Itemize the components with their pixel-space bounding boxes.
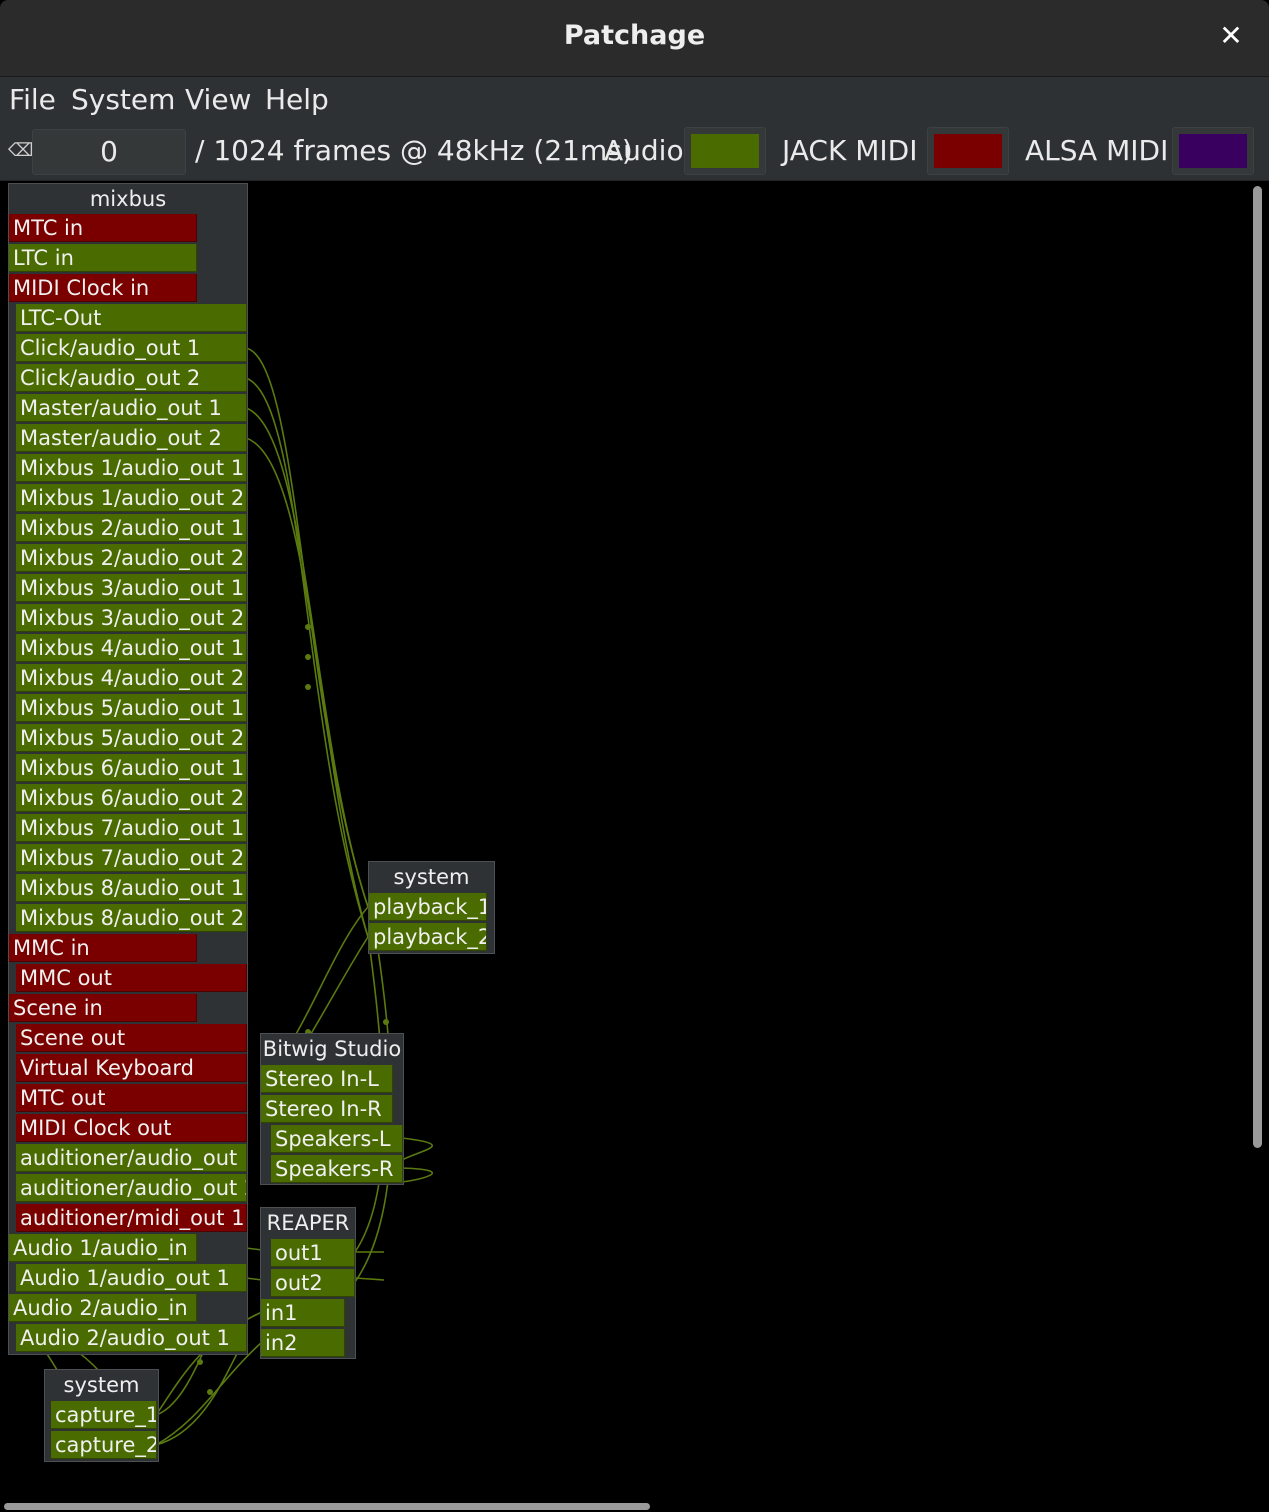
input-port-stereo-in-r[interactable]: Stereo In-R — [261, 1095, 393, 1123]
output-port-mixbus-7-audio-out-1[interactable]: Mixbus 7/audio_out 1 — [16, 814, 247, 842]
client-title: system — [393, 865, 470, 889]
output-port-scene-out[interactable]: Scene out — [16, 1024, 247, 1052]
input-port-scene-in[interactable]: Scene in — [9, 994, 197, 1022]
audio-label: Audio — [604, 134, 684, 167]
output-port-mixbus-5-audio-out-2[interactable]: Mixbus 5/audio_out 2 — [16, 724, 247, 752]
input-port-midi-clock-in[interactable]: MIDI Clock in — [9, 274, 197, 302]
client-system-capture[interactable]: system capture_1 capture_2 — [44, 1369, 159, 1462]
vertical-scrollbar[interactable] — [1253, 186, 1262, 1148]
input-port-playback-1[interactable]: playback_1 — [369, 893, 487, 921]
output-port-virtual-keyboard[interactable]: Virtual Keyboard — [16, 1054, 247, 1082]
output-port-capture-2[interactable]: capture_2 — [51, 1431, 157, 1459]
menu-file[interactable]: File — [9, 83, 56, 116]
output-port-capture-1[interactable]: capture_1 — [51, 1401, 157, 1429]
input-port-audio-1-audio-in-1[interactable]: Audio 1/audio_in 1 — [9, 1234, 197, 1262]
client-title: Bitwig Studio — [262, 1037, 402, 1061]
output-port-master-audio-out-1[interactable]: Master/audio_out 1 — [16, 394, 247, 422]
jack-midi-color-swatch — [934, 134, 1002, 168]
jack-midi-label: JACK MIDI — [782, 134, 918, 167]
output-port-auditioner-audio-out-1[interactable]: auditioner/audio_out 1 — [16, 1144, 247, 1172]
window-title: Patchage — [563, 20, 706, 51]
input-port-ltc-in[interactable]: LTC in — [9, 244, 197, 272]
menu-view[interactable]: View — [185, 83, 251, 116]
output-port-master-audio-out-2[interactable]: Master/audio_out 2 — [16, 424, 247, 452]
input-port-audio-2-audio-in-1[interactable]: Audio 2/audio_in 1 — [9, 1294, 197, 1322]
alsa-midi-label: ALSA MIDI — [1025, 134, 1169, 167]
close-icon[interactable]: ✕ — [1215, 18, 1247, 54]
input-port-playback-2[interactable]: playback_2 — [369, 923, 487, 951]
output-port-audio-2-audio-out-1[interactable]: Audio 2/audio_out 1 — [16, 1324, 247, 1352]
buffer-info: / 1024 frames @ 48kHz (21ms) — [195, 134, 633, 167]
output-port-mixbus-7-audio-out-2[interactable]: Mixbus 7/audio_out 2 — [16, 844, 247, 872]
output-port-mixbus-8-audio-out-1[interactable]: Mixbus 8/audio_out 1 — [16, 874, 247, 902]
client-reaper[interactable]: REAPER out1 out2 in1 in2 — [260, 1207, 356, 1359]
input-port-mmc-in[interactable]: MMC in — [9, 934, 197, 962]
output-port-auditioner-audio-out-2[interactable]: auditioner/audio_out 2 — [16, 1174, 247, 1202]
output-port-mixbus-1-audio-out-2[interactable]: Mixbus 1/audio_out 2 — [16, 484, 247, 512]
output-port-audio-1-audio-out-1[interactable]: Audio 1/audio_out 1 — [16, 1264, 247, 1292]
audio-color-swatch — [691, 134, 759, 168]
output-port-mixbus-3-audio-out-1[interactable]: Mixbus 3/audio_out 1 — [16, 574, 247, 602]
output-port-mixbus-6-audio-out-2[interactable]: Mixbus 6/audio_out 2 — [16, 784, 247, 812]
client-title: REAPER — [266, 1211, 350, 1235]
client-bitwig-studio[interactable]: Bitwig Studio Stereo In-L Stereo In-R Spea… — [260, 1033, 404, 1185]
output-port-mixbus-2-audio-out-1[interactable]: Mixbus 2/audio_out 1 — [16, 514, 247, 542]
menu-system[interactable]: System — [71, 83, 175, 116]
horizontal-scrollbar[interactable] — [4, 1503, 650, 1510]
output-port-mixbus-4-audio-out-2[interactable]: Mixbus 4/audio_out 2 — [16, 664, 247, 692]
output-port-click-audio-out-2[interactable]: Click/audio_out 2 — [16, 364, 247, 392]
client-title: system — [63, 1373, 140, 1397]
output-port-midi-clock-out[interactable]: MIDI Clock out — [16, 1114, 247, 1142]
input-port-in2[interactable]: in2 — [261, 1329, 345, 1357]
menu-help[interactable]: Help — [265, 83, 329, 116]
output-port-mixbus-5-audio-out-1[interactable]: Mixbus 5/audio_out 1 — [16, 694, 247, 722]
output-port-mmc-out[interactable]: MMC out — [16, 964, 247, 992]
status-bar: ⌫ 0 Dropouts / 1024 frames @ 48kHz (21ms… — [0, 125, 1269, 212]
output-port-ltc-out[interactable]: LTC-Out — [16, 304, 247, 332]
jack-midi-color-button[interactable] — [927, 127, 1009, 175]
output-port-speakers-l[interactable]: Speakers-L — [271, 1125, 403, 1153]
output-port-mtc-out[interactable]: MTC out — [16, 1084, 247, 1112]
output-port-speakers-r[interactable]: Speakers-R — [271, 1155, 403, 1183]
output-port-auditioner-midi-out-1[interactable]: auditioner/midi_out 1 — [16, 1204, 247, 1232]
backspace-arrow-icon[interactable]: ⌫ — [8, 140, 33, 161]
output-port-mixbus-8-audio-out-2[interactable]: Mixbus 8/audio_out 2 — [16, 904, 247, 932]
output-port-out2[interactable]: out2 — [271, 1269, 355, 1297]
audio-color-button[interactable] — [684, 127, 766, 175]
output-port-mixbus-3-audio-out-2[interactable]: Mixbus 3/audio_out 2 — [16, 604, 247, 632]
output-port-mixbus-6-audio-out-1[interactable]: Mixbus 6/audio_out 1 — [16, 754, 247, 782]
client-title: mixbus — [89, 187, 167, 211]
title-bar: Patchage ✕ — [0, 0, 1269, 77]
output-port-click-audio-out-1[interactable]: Click/audio_out 1 — [16, 334, 247, 362]
input-port-stereo-in-l[interactable]: Stereo In-L — [261, 1065, 393, 1093]
client-mixbus[interactable]: mixbus MTC in LTC in MIDI Clock in LTC-Out C… — [8, 183, 248, 1355]
output-port-mixbus-4-audio-out-1[interactable]: Mixbus 4/audio_out 1 — [16, 634, 247, 662]
output-port-mixbus-1-audio-out-1[interactable]: Mixbus 1/audio_out 1 — [16, 454, 247, 482]
alsa-midi-color-swatch — [1179, 134, 1247, 168]
alsa-midi-color-button[interactable] — [1172, 127, 1254, 175]
output-port-mixbus-2-audio-out-2[interactable]: Mixbus 2/audio_out 2 — [16, 544, 247, 572]
input-port-in1[interactable]: in1 — [261, 1299, 345, 1327]
dropouts-button[interactable]: 0 Dropouts — [32, 129, 186, 212]
input-port-mtc-in[interactable]: MTC in — [9, 214, 197, 242]
menu-bar: File System View Help — [0, 77, 1269, 125]
client-system-playback[interactable]: system playback_1 playback_2 — [368, 861, 495, 954]
output-port-out1[interactable]: out1 — [271, 1239, 355, 1267]
